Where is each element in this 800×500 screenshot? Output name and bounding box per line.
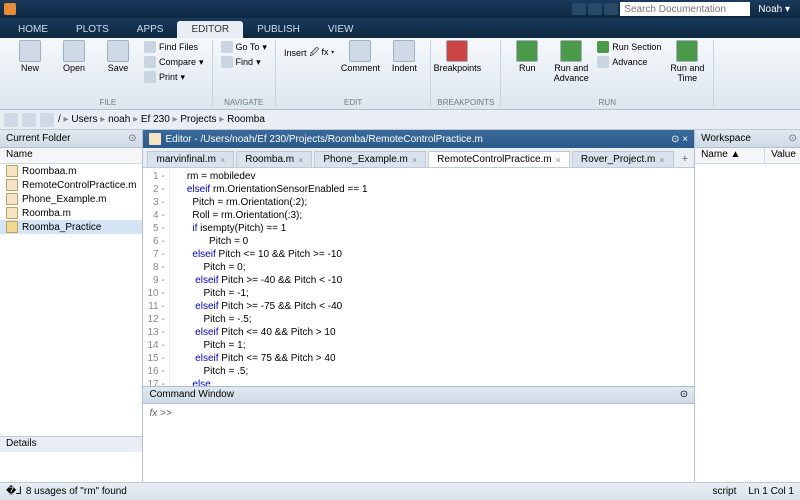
run-advance-button[interactable]: Run and Advance — [551, 40, 591, 84]
tab-view[interactable]: VIEW — [314, 21, 368, 38]
tab-home[interactable]: HOME — [4, 21, 62, 38]
editor-title-bar: Editor - /Users/noah/Ef 230/Projects/Roo… — [143, 130, 694, 148]
file-icon — [6, 221, 18, 233]
editor-tab[interactable]: Rover_Project.m× — [572, 151, 674, 167]
file-item[interactable]: Phone_Example.m — [0, 192, 142, 206]
status-mode: script — [713, 486, 737, 497]
compare-button[interactable]: Compare ▾ — [142, 55, 206, 69]
editor-tabs: marvinfinal.m×Roomba.m×Phone_Example.m×R… — [143, 148, 694, 168]
current-folder-pane: Current Folder ⊙ Name Roombaa.mRemoteCont… — [0, 130, 143, 482]
file-icon — [6, 193, 18, 205]
find-button[interactable]: Find ▾ — [219, 55, 269, 69]
close-icon[interactable]: × — [659, 155, 664, 165]
file-item[interactable]: Roomba.m — [0, 206, 142, 220]
breadcrumb-item[interactable]: Projects — [180, 114, 216, 125]
folder-col-name[interactable]: Name — [0, 148, 142, 164]
tab-plots[interactable]: PLOTS — [62, 21, 123, 38]
ws-col-value[interactable]: Value — [765, 148, 800, 163]
workspace-title: Workspace — [701, 133, 751, 144]
editor-title: Editor - /Users/noah/Ef 230/Projects/Roo… — [165, 134, 482, 145]
tab-editor[interactable]: EDITOR — [177, 21, 243, 38]
group-edit-label: EDIT — [282, 97, 424, 107]
breadcrumb-item[interactable]: Ef 230 — [141, 114, 170, 125]
group-run-label: RUN — [507, 97, 707, 107]
run-time-button[interactable]: Run and Time — [667, 40, 707, 84]
group-nav-label: NAVIGATE — [219, 97, 269, 107]
file-item[interactable]: Roombaa.m — [0, 164, 142, 178]
user-menu[interactable]: Noah ▾ — [752, 4, 796, 15]
ribbon: New Open Save Find Files Compare ▾ Print… — [0, 38, 800, 110]
tab-apps[interactable]: APPS — [123, 21, 178, 38]
ws-col-name[interactable]: Name ▲ — [695, 148, 765, 163]
file-icon — [6, 207, 18, 219]
details-header[interactable]: Details — [0, 436, 142, 452]
editor-tab[interactable]: marvinfinal.m× — [147, 151, 234, 167]
open-button[interactable]: Open — [54, 40, 94, 74]
editor-tab[interactable]: Phone_Example.m× — [314, 151, 426, 167]
editor-file-icon — [149, 133, 161, 145]
advance-button[interactable]: Advance — [595, 55, 663, 69]
run-button[interactable]: Run — [507, 40, 547, 74]
pane-menu-icon[interactable]: ⊙ — [128, 133, 136, 144]
command-window[interactable]: fx >> — [143, 404, 694, 482]
run-section-button[interactable]: Run Section — [595, 40, 663, 54]
editor-tab[interactable]: Roomba.m× — [236, 151, 312, 167]
close-icon[interactable]: × — [412, 155, 417, 165]
breadcrumb-item[interactable]: Users — [71, 114, 97, 125]
file-icon — [6, 165, 18, 177]
ws-menu-icon[interactable]: ⊙ — [789, 133, 797, 144]
app-icon — [4, 3, 16, 15]
folder-icon[interactable] — [40, 113, 54, 127]
file-item[interactable]: RemoteControlPractice.m — [0, 178, 142, 192]
min-icon[interactable] — [604, 3, 618, 15]
group-bp-label: BREAKPOINTS — [437, 97, 494, 107]
print-button[interactable]: Print ▾ — [142, 70, 206, 84]
new-button[interactable]: New — [10, 40, 50, 74]
close-icon[interactable]: × — [556, 155, 561, 165]
breakpoints-button[interactable]: Breakpoints — [437, 40, 477, 74]
breadcrumb-item[interactable]: noah — [108, 114, 130, 125]
code-editor[interactable]: 1 - 2 - 3 - 4 - 5 - 6 - 7 - 8 - 9 - 10 -… — [143, 168, 694, 386]
status-usages: 8 usages of "rm" found — [26, 486, 127, 497]
save-button[interactable]: Save — [98, 40, 138, 74]
workspace-pane: Workspace ⊙ Name ▲ Value — [694, 130, 800, 482]
file-item[interactable]: Roomba_Practice — [0, 220, 142, 234]
ribbon-tabs: HOMEPLOTSAPPSEDITORPUBLISHVIEW — [0, 18, 800, 38]
fwd-button[interactable] — [22, 113, 36, 127]
goto-button[interactable]: Go To ▾ — [219, 40, 269, 54]
file-icon — [6, 179, 18, 191]
status-pos: Ln 1 Col 1 — [748, 486, 794, 497]
cmd-menu-icon[interactable]: ⊙ — [680, 389, 688, 401]
editor-tab[interactable]: RemoteControlPractice.m× — [428, 151, 570, 167]
layout-icon[interactable] — [572, 3, 586, 15]
command-window-title: Command Window — [149, 389, 233, 401]
status-bar: �⅃ 8 usages of "rm" found script Ln 1 Co… — [0, 482, 800, 500]
close-icon[interactable]: × — [220, 155, 225, 165]
tab-publish[interactable]: PUBLISH — [243, 21, 314, 38]
indent-button[interactable]: Indent — [384, 40, 424, 74]
breadcrumb-item[interactable]: Roomba — [227, 114, 265, 125]
comment-button[interactable]: Comment — [340, 40, 380, 74]
path-bar: / ▸ Users ▸ noah ▸ Ef 230 ▸ Projects ▸ R… — [0, 110, 800, 130]
new-tab-button[interactable]: + — [676, 151, 694, 167]
find-files-button[interactable]: Find Files — [142, 40, 206, 54]
close-icon[interactable]: × — [298, 155, 303, 165]
insert-button[interactable]: Insert 🖉 fx ▾ — [282, 44, 336, 62]
help-icon[interactable] — [588, 3, 602, 15]
editor-dock-icon[interactable]: ⊙ × — [671, 134, 688, 145]
search-doc-input[interactable] — [620, 2, 750, 16]
details-body — [0, 452, 142, 482]
current-folder-title: Current Folder — [6, 133, 70, 144]
group-file-label: FILE — [10, 97, 206, 107]
back-button[interactable] — [4, 113, 18, 127]
titlebar: Noah ▾ — [0, 0, 800, 18]
